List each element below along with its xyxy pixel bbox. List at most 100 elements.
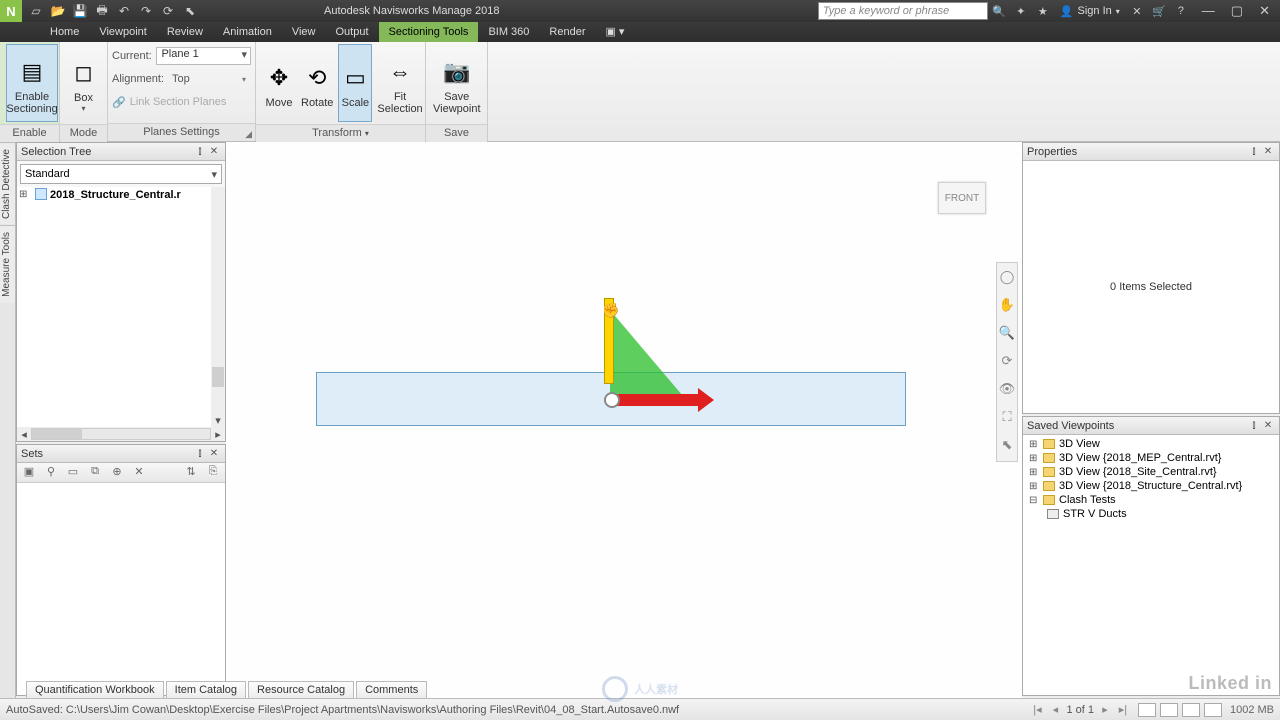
saved-viewpoints-header[interactable]: Saved Viewpoints ⫾ ✕ [1023, 417, 1279, 435]
prev-page-icon[interactable]: ◂ [1048, 703, 1062, 716]
new-icon[interactable]: ▱ [28, 3, 44, 19]
selection-tree-header[interactable]: Selection Tree ⫾ ✕ [17, 143, 225, 161]
section-plane-icon: ▤ [16, 56, 48, 88]
sv-item[interactable]: ⊞3D View {2018_Structure_Central.rvt} [1025, 479, 1277, 493]
tree-vscroll[interactable]: ▾ [211, 187, 225, 427]
sv-item[interactable]: ⊞3D View [1025, 437, 1277, 451]
gizmo-origin[interactable] [604, 392, 620, 408]
alignment-dropdown[interactable]: Top [172, 73, 242, 85]
wheel-icon[interactable]: ◯ [998, 269, 1016, 287]
group-planes-label: Planes Settings◢ [108, 123, 255, 141]
tab-item-catalog[interactable]: Item Catalog [166, 681, 246, 698]
star-icon[interactable]: ✦ [1012, 2, 1030, 20]
select-icon[interactable]: ⬉ [182, 3, 198, 19]
dock-tab-measure[interactable]: Measure Tools [0, 225, 15, 303]
tab-review[interactable]: Review [157, 22, 213, 42]
tab-quantification[interactable]: Quantification Workbook [26, 681, 164, 698]
help-icon[interactable]: ? [1172, 2, 1190, 20]
sets-header[interactable]: Sets ⫾ ✕ [17, 445, 225, 463]
exchange-icon[interactable]: ✕ [1128, 2, 1146, 20]
look-icon[interactable]: 👁 [998, 381, 1016, 399]
tab-comments[interactable]: Comments [356, 681, 427, 698]
redo-icon[interactable]: ↷ [138, 3, 154, 19]
app-logo[interactable]: N [0, 0, 22, 22]
maximize-button[interactable]: ▢ [1231, 3, 1243, 19]
close-icon[interactable]: ✕ [207, 146, 221, 157]
current-plane-dropdown[interactable]: Plane 1 [156, 47, 251, 65]
planes-launcher-icon[interactable]: ◢ [245, 126, 252, 143]
viewcube[interactable]: FRONT [938, 182, 986, 214]
dock-tab-clash[interactable]: Clash Detective [0, 142, 15, 225]
enable-sectioning-button[interactable]: ▤ Enable Sectioning [6, 44, 58, 122]
save-icon[interactable]: 💾 [72, 3, 88, 19]
pan-icon[interactable]: ✋ [998, 297, 1016, 315]
tab-camera-icon[interactable]: ▣ ▾ [595, 22, 634, 42]
tab-view[interactable]: View [282, 22, 326, 42]
sets-import-icon[interactable]: ⎘ [205, 465, 221, 481]
walk-icon[interactable]: ⛶ [998, 409, 1016, 427]
fav-icon[interactable]: ★ [1034, 2, 1052, 20]
box-mode-button[interactable]: ◻ Box ▾ [66, 44, 101, 122]
sv-child-item[interactable]: STR V Ducts [1025, 507, 1277, 521]
sets-folder-icon[interactable]: ▭ [65, 465, 81, 481]
save-viewpoint-button[interactable]: 📷 Save Viewpoint [432, 44, 482, 122]
tab-render[interactable]: Render [539, 22, 595, 42]
tree-hscroll[interactable]: ◂▸ [17, 427, 225, 441]
pin-icon[interactable]: ⫾ [1247, 420, 1261, 431]
sets-sort-icon[interactable]: ⇅ [183, 465, 199, 481]
tab-bim360[interactable]: BIM 360 [478, 22, 539, 42]
properties-header[interactable]: Properties ⫾ ✕ [1023, 143, 1279, 161]
sv-item[interactable]: ⊞3D View {2018_MEP_Central.rvt} [1025, 451, 1277, 465]
open-icon[interactable]: 📂 [50, 3, 66, 19]
sets-new-icon[interactable]: ▣ [21, 465, 37, 481]
fit-selection-button[interactable]: ⇔Fit Selection [376, 44, 423, 122]
search-go-icon[interactable]: 🔍 [990, 2, 1008, 20]
undo-icon[interactable]: ↶ [116, 3, 132, 19]
select-tool-icon[interactable]: ⬉ [998, 437, 1016, 455]
refresh-icon[interactable]: ⟳ [160, 3, 176, 19]
tab-viewpoint[interactable]: Viewpoint [89, 22, 157, 42]
minimize-button[interactable]: — [1202, 3, 1215, 19]
render-icon[interactable] [1182, 703, 1200, 717]
search-input[interactable]: Type a keyword or phrase [818, 2, 988, 20]
tab-output[interactable]: Output [326, 22, 379, 42]
gizmo-plane[interactable] [610, 310, 688, 402]
tab-home[interactable]: Home [40, 22, 89, 42]
tab-animation[interactable]: Animation [213, 22, 282, 42]
sv-item[interactable]: ⊟Clash Tests [1025, 493, 1277, 507]
cart-icon[interactable]: 🛒 [1150, 2, 1168, 20]
scale-button[interactable]: ▭Scale [338, 44, 372, 122]
thumb-view-icon[interactable] [1138, 703, 1156, 717]
close-icon[interactable]: ✕ [207, 448, 221, 459]
watermark-linkedin: Linked in [1188, 673, 1272, 694]
signin-button[interactable]: 👤Sign In▾ [1060, 5, 1120, 18]
sets-search-icon[interactable]: ⚲ [43, 465, 59, 481]
viewport[interactable]: FRONT ◯ ✋ 🔍 ⟳ 👁 ⛶ ⬉ ✊ [226, 142, 1022, 698]
close-button[interactable]: ✕ [1259, 3, 1270, 19]
zoom-icon[interactable]: 🔍 [998, 325, 1016, 343]
sets-dup-icon[interactable]: ⧉ [87, 465, 103, 481]
tab-resource-catalog[interactable]: Resource Catalog [248, 681, 354, 698]
sets-delete-icon[interactable]: ✕ [131, 465, 147, 481]
selection-tree-mode-dropdown[interactable]: Standard [20, 164, 222, 184]
tab-sectioning-tools[interactable]: Sectioning Tools [379, 22, 479, 42]
last-page-icon[interactable]: ▸| [1116, 703, 1130, 716]
tree-root-item[interactable]: 2018_Structure_Central.r [17, 187, 225, 203]
pin-icon[interactable]: ⫾ [193, 146, 207, 157]
close-icon[interactable]: ✕ [1261, 146, 1275, 157]
gizmo-x-axis[interactable] [610, 394, 700, 406]
close-icon[interactable]: ✕ [1261, 420, 1275, 431]
sets-add-icon[interactable]: ⊕ [109, 465, 125, 481]
rotate-button[interactable]: ⟲Rotate [300, 44, 334, 122]
disk-icon[interactable] [1160, 703, 1178, 717]
pin-icon[interactable]: ⫾ [193, 448, 207, 459]
next-page-icon[interactable]: ▸ [1098, 703, 1112, 716]
web-icon[interactable] [1204, 703, 1222, 717]
pin-icon[interactable]: ⫾ [1247, 146, 1261, 157]
orbit-icon[interactable]: ⟳ [998, 353, 1016, 371]
print-icon[interactable]: 🖶 [94, 3, 110, 19]
fit-icon: ⇔ [384, 56, 416, 88]
first-page-icon[interactable]: |◂ [1030, 703, 1044, 716]
move-button[interactable]: ✥Move [262, 44, 296, 122]
sv-item[interactable]: ⊞3D View {2018_Site_Central.rvt} [1025, 465, 1277, 479]
